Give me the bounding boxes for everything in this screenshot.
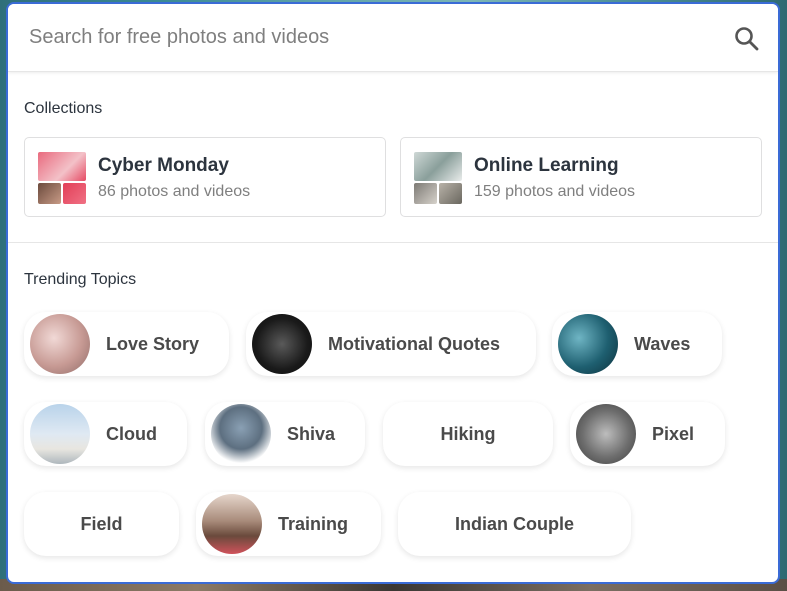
topic-chip-waves[interactable]: Waves: [552, 312, 722, 376]
topic-chip-cloud[interactable]: Cloud: [24, 402, 187, 466]
collection-card-online-learning[interactable]: Online Learning 159 photos and videos: [400, 137, 762, 217]
collection-count: 159 photos and videos: [474, 183, 636, 200]
collection-thumbnail: [414, 152, 462, 204]
topic-chip-love-story[interactable]: Love Story: [24, 312, 229, 376]
section-divider: [8, 242, 778, 243]
topic-label: Waves: [634, 333, 691, 354]
topic-label: Pixel: [652, 423, 695, 444]
search-input[interactable]: [27, 16, 711, 59]
collection-card-cyber-monday[interactable]: Cyber Monday 86 photos and videos: [24, 137, 386, 217]
topic-label: Cloud: [106, 423, 157, 444]
topic-thumbnail: [30, 404, 90, 464]
topic-label: Motivational Quotes: [328, 333, 501, 354]
topic-label: Indian Couple: [455, 513, 574, 534]
collection-thumbnail: [38, 152, 86, 204]
collections-heading: Collections: [24, 100, 103, 117]
collections-list: Cyber Monday 86 photos and videos Online…: [24, 137, 764, 217]
collection-count: 86 photos and videos: [98, 183, 251, 200]
collection-name: Online Learning: [474, 155, 619, 176]
topic-label: Field: [80, 513, 123, 534]
topic-thumbnail: [558, 314, 618, 374]
topic-chip-motivational-quotes[interactable]: Motivational Quotes: [246, 312, 536, 376]
topic-chip-indian-couple[interactable]: Indian Couple: [398, 492, 631, 556]
topic-chip-field[interactable]: Field: [24, 492, 179, 556]
topic-label: Training: [278, 513, 349, 534]
trending-topics-heading: Trending Topics: [24, 271, 137, 288]
topic-thumbnail: [576, 404, 636, 464]
search-icon[interactable]: [734, 26, 760, 52]
collection-name: Cyber Monday: [98, 155, 229, 176]
topic-thumbnail: [30, 314, 90, 374]
topic-thumbnail: [252, 314, 312, 374]
search-dropdown-panel: Collections Cyber Monday 86 photos and v…: [6, 2, 780, 584]
topic-label: Hiking: [440, 423, 496, 444]
topic-chip-hiking[interactable]: Hiking: [383, 402, 553, 466]
topic-chip-pixel[interactable]: Pixel: [570, 402, 725, 466]
topic-thumbnail: [202, 494, 262, 554]
topic-thumbnail: [211, 404, 271, 464]
topic-chip-training[interactable]: Training: [196, 492, 381, 556]
topic-label: Love Story: [106, 333, 200, 354]
search-bar: [8, 4, 778, 72]
topic-chip-shiva[interactable]: Shiva: [205, 402, 365, 466]
topic-label: Shiva: [287, 423, 336, 444]
